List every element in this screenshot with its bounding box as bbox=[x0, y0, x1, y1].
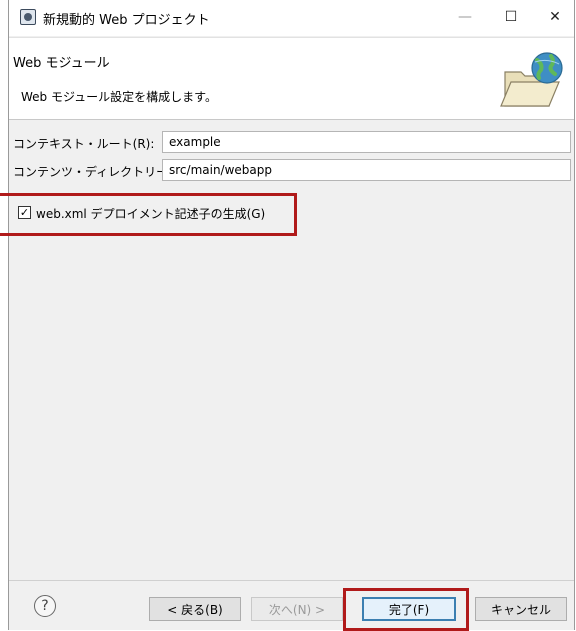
window-title: 新規動的 Web プロジェクト bbox=[43, 13, 210, 28]
maximize-button[interactable]: ☐ bbox=[489, 0, 533, 34]
dialog-window: 新規動的 Web プロジェクト — ☐ ✕ Web モジュール Web モジュー… bbox=[8, 0, 575, 630]
title-bar: 新規動的 Web プロジェクト — ☐ ✕ bbox=[9, 0, 574, 36]
footer-divider bbox=[9, 580, 574, 581]
back-button[interactable]: < 戻る(B) bbox=[149, 597, 241, 621]
next-button[interactable]: 次へ(N) > bbox=[251, 597, 343, 621]
generate-web-xml-label[interactable]: web.xml デプロイメント記述子の生成(G) bbox=[36, 205, 265, 222]
eclipse-app-icon bbox=[20, 9, 36, 25]
finish-button[interactable]: 完了(F) bbox=[362, 597, 456, 621]
cancel-button[interactable]: キャンセル bbox=[475, 597, 567, 621]
wizard-banner: Web モジュール Web モジュール設定を構成します。 bbox=[9, 37, 574, 120]
context-root-label: コンテキスト・ルート(R): bbox=[13, 137, 155, 151]
page-title: Web モジュール bbox=[13, 56, 110, 71]
context-root-input[interactable] bbox=[162, 131, 571, 153]
generate-web-xml-checkbox[interactable]: ✓ bbox=[18, 206, 31, 219]
minimize-button[interactable]: — bbox=[443, 0, 487, 34]
help-icon[interactable]: ? bbox=[34, 595, 56, 617]
page-description: Web モジュール設定を構成します。 bbox=[21, 90, 217, 104]
close-button[interactable]: ✕ bbox=[533, 0, 576, 34]
content-directory-input[interactable] bbox=[162, 159, 571, 181]
folder-globe-icon bbox=[500, 52, 563, 107]
